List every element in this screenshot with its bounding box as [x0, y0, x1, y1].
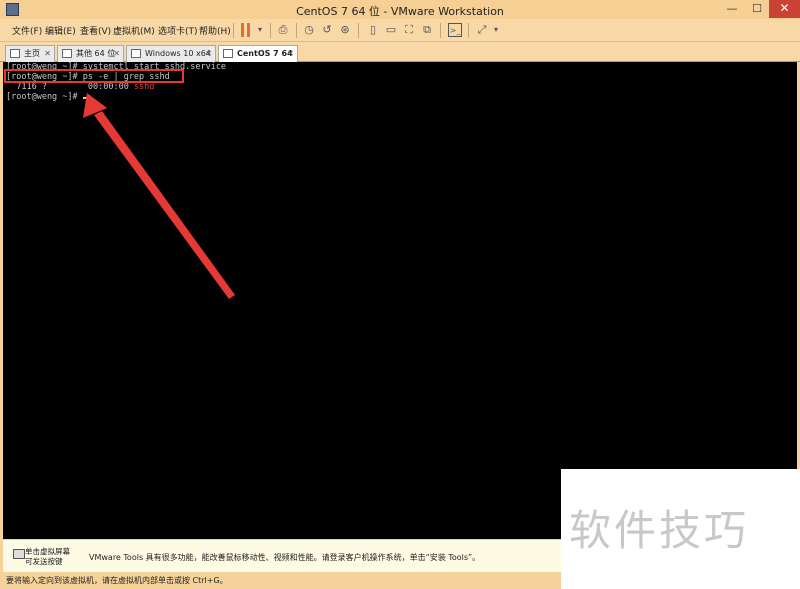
tab-label: 主页 — [24, 49, 40, 58]
close-tab-icon[interactable]: ✕ — [113, 46, 120, 61]
toolbar-separator — [358, 23, 359, 38]
keyboard-icon — [13, 549, 25, 559]
tab-label: Windows 10 x64 — [145, 49, 211, 58]
close-tab-icon[interactable]: ✕ — [205, 46, 212, 61]
arrow-shaft — [94, 111, 235, 299]
snapshot-manager-icon[interactable]: ⊛ — [338, 23, 352, 37]
status-text: 要将输入定向到该虚拟机，请在虚拟机内部单击或按 Ctrl+G。 — [6, 576, 228, 585]
unity-icon[interactable]: ⧉ — [420, 23, 434, 37]
menu-edit[interactable]: 编辑(E) — [45, 24, 76, 37]
annotation-arrow — [83, 93, 235, 299]
pause-icon[interactable] — [241, 23, 251, 37]
close-tab-icon[interactable]: ✕ — [44, 46, 51, 61]
console-view-icon[interactable]: >_ — [448, 23, 462, 37]
vm-icon — [62, 49, 72, 58]
menu-view[interactable]: 查看(V) — [80, 24, 111, 37]
vmware-window: CentOS 7 64 位 - VMware Workstation — ☐ ✕… — [0, 0, 800, 589]
stretch-view-icon[interactable]: ⤢ — [475, 23, 489, 37]
send-ctrl-alt-del-icon[interactable]: ⎙ — [276, 23, 290, 37]
tab-windows-10[interactable]: Windows 10 x64 ✕ — [126, 45, 216, 62]
vm-icon — [131, 49, 141, 58]
toolbar-separator — [270, 23, 271, 38]
title-bar: CentOS 7 64 位 - VMware Workstation — ☐ ✕ — [0, 0, 800, 19]
menu-file[interactable]: 文件(F) — [12, 24, 42, 37]
menu-tabs[interactable]: 选项卡(T) — [158, 24, 198, 37]
tab-home[interactable]: 主页 ✕ — [5, 45, 55, 62]
thumbnail-icon[interactable]: ▭ — [384, 23, 398, 37]
menu-bar: 文件(F) 编辑(E) 查看(V) 虚拟机(M) 选项卡(T) 帮助(H) ▾ … — [0, 19, 800, 42]
toolbar-separator — [440, 23, 441, 38]
snapshot-icon[interactable]: ◷ — [302, 23, 316, 37]
toolbar-separator — [468, 23, 469, 38]
toolbar-separator — [296, 23, 297, 38]
vm-console-screen[interactable]: [root@weng ~]# systemctl start sshd.serv… — [3, 62, 797, 539]
stretch-dropdown-icon[interactable]: ▾ — [489, 23, 503, 37]
home-icon — [10, 49, 20, 58]
vmware-tools-message: VMware Tools 具有很多功能，能改善鼠标移动性、视频和性能。请登录客户… — [89, 553, 481, 562]
fullscreen-icon[interactable]: ⛶ — [402, 23, 416, 37]
vm-icon — [223, 49, 233, 58]
toolbar-separator — [233, 23, 234, 38]
menu-vm[interactable]: 虚拟机(M) — [113, 24, 155, 37]
tab-other-64[interactable]: 其他 64 位 ✕ — [57, 45, 124, 62]
close-button[interactable]: ✕ — [769, 0, 800, 18]
hint-send-keys: 可发送按键 — [25, 557, 63, 566]
tab-strip: 主页 ✕ 其他 64 位 ✕ Windows 10 x64 ✕ CentOS 7… — [0, 42, 800, 73]
power-dropdown-icon[interactable]: ▾ — [253, 23, 267, 37]
watermark-text: 软件技巧 — [569, 506, 750, 555]
close-tab-icon[interactable]: ✕ — [287, 46, 294, 61]
maximize-button[interactable]: ☐ — [745, 0, 769, 18]
tab-label: 其他 64 位 — [76, 49, 116, 58]
tab-centos[interactable]: CentOS 7 64 位 ✕ — [218, 45, 298, 73]
revert-snapshot-icon[interactable]: ↺ — [320, 23, 334, 37]
minimize-button[interactable]: — — [719, 0, 745, 18]
menu-help[interactable]: 帮助(H) — [199, 24, 231, 37]
watermark-overlay: 软件技巧 — [561, 469, 800, 589]
library-icon[interactable]: ▯ — [366, 23, 380, 37]
window-title: CentOS 7 64 位 - VMware Workstation — [296, 5, 504, 18]
